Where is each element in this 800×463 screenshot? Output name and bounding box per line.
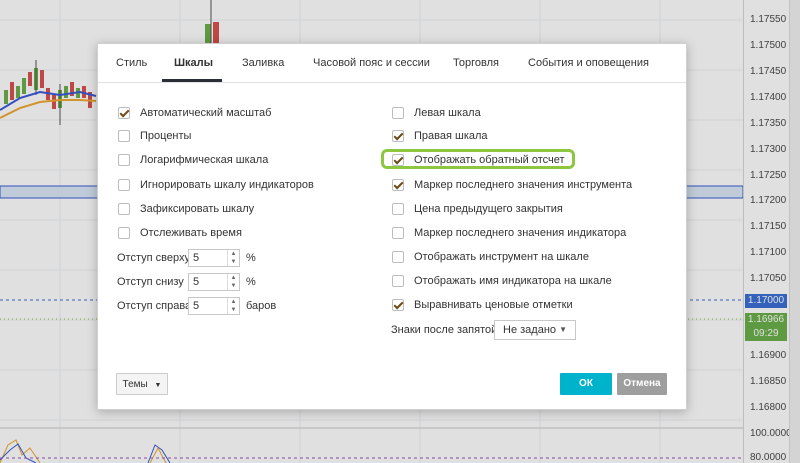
option-right-scale[interactable]: Правая шкала [392, 128, 488, 144]
checkbox[interactable] [118, 107, 130, 119]
option-label: Отображать инструмент на шкале [414, 251, 589, 263]
bottom-margin-unit: % [246, 276, 256, 288]
checkbox[interactable] [118, 154, 130, 166]
option-show-indicator-name-on-scale[interactable]: Отображать имя индикатора на шкале [392, 273, 612, 289]
option-label: Маркер последнего значения инструмента [414, 179, 633, 191]
option-show-symbol-on-scale[interactable]: Отображать инструмент на шкале [392, 249, 589, 265]
tab-events-alerts[interactable]: События и оповещения [528, 57, 649, 69]
bottom-margin-label: Отступ снизу [117, 276, 184, 288]
top-margin-input[interactable]: 5 ▲ ▼ [188, 249, 240, 267]
decimals-label: Знаки после запятой [391, 324, 498, 336]
option-label: Логарифмическая шкала [140, 154, 269, 166]
bottom-margin-input[interactable]: 5 ▲ ▼ [188, 273, 240, 291]
spinner-arrows-icon[interactable]: ▲ ▼ [227, 298, 239, 314]
top-margin-label: Отступ сверху [117, 252, 190, 264]
option-show-countdown[interactable]: Отображать обратный отсчет [392, 152, 565, 168]
caret-down-icon: ▼ [559, 325, 567, 334]
option-label: Выравнивать ценовые отметки [414, 299, 573, 311]
right-margin-label: Отступ справа [117, 300, 192, 312]
option-track-time[interactable]: Отслеживать время [118, 225, 242, 241]
option-lock-scale[interactable]: Зафиксировать шкалу [118, 201, 254, 217]
option-label: Отслеживать время [140, 227, 242, 239]
option-align-price-labels[interactable]: Выравнивать ценовые отметки [392, 297, 573, 313]
option-label: Автоматический масштаб [140, 107, 272, 119]
option-label: Проценты [140, 130, 192, 142]
decimals-value: Не задано [503, 324, 557, 336]
top-margin-unit: % [246, 252, 256, 264]
checkbox[interactable] [118, 130, 130, 142]
top-margin-value: 5 [193, 252, 200, 264]
tab-timezone-sessions[interactable]: Часовой пояс и сессии [313, 57, 430, 69]
chart-properties-dialog: Стиль Шкалы Заливка Часовой пояс и сесси… [97, 43, 687, 410]
option-label: Отображать обратный отсчет [414, 154, 565, 166]
option-label: Отображать имя индикатора на шкале [414, 275, 612, 287]
tab-scales[interactable]: Шкалы [174, 57, 213, 69]
option-indicator-last-value-marker[interactable]: Маркер последнего значения индикатора [392, 225, 626, 241]
option-ignore-indicator-scale[interactable]: Игнорировать шкалу индикаторов [118, 177, 314, 193]
checkbox[interactable] [392, 179, 404, 191]
option-percent[interactable]: Проценты [118, 128, 191, 144]
option-symbol-last-value-marker[interactable]: Маркер последнего значения инструмента [392, 177, 632, 193]
ok-button[interactable]: ОК [560, 373, 612, 395]
option-label: Игнорировать шкалу индикаторов [140, 179, 314, 191]
checkbox[interactable] [392, 130, 404, 142]
option-label: Левая шкала [414, 107, 481, 119]
checkbox[interactable] [392, 227, 404, 239]
right-margin-value: 5 [193, 300, 200, 312]
option-left-scale[interactable]: Левая шкала [392, 105, 481, 121]
option-label: Зафиксировать шкалу [140, 203, 255, 215]
checkbox[interactable] [392, 275, 404, 287]
caret-down-icon: ▼ [154, 382, 162, 389]
option-previous-close[interactable]: Цена предыдущего закрытия [392, 201, 563, 217]
right-margin-input[interactable]: 5 ▲ ▼ [188, 297, 240, 315]
cancel-button[interactable]: Отмена [617, 373, 667, 395]
checkbox[interactable] [392, 251, 404, 263]
tab-style[interactable]: Стиль [116, 57, 147, 69]
right-margin-unit: баров [246, 300, 277, 312]
spinner-arrows-icon[interactable]: ▲ ▼ [227, 274, 239, 290]
option-label: Правая шкала [414, 130, 488, 142]
option-label: Маркер последнего значения индикатора [414, 227, 627, 239]
themes-button[interactable]: Темы ▼ [116, 373, 168, 395]
bottom-margin-value: 5 [193, 276, 200, 288]
option-auto-scale[interactable]: Автоматический масштаб [118, 105, 271, 121]
option-label: Цена предыдущего закрытия [414, 203, 563, 215]
tab-trading[interactable]: Торговля [453, 57, 499, 69]
tab-bar: Стиль Шкалы Заливка Часовой пояс и сесси… [98, 44, 686, 83]
spinner-arrows-icon[interactable]: ▲ ▼ [227, 250, 239, 266]
checkbox[interactable] [392, 203, 404, 215]
checkbox[interactable] [392, 107, 404, 119]
checkbox[interactable] [118, 203, 130, 215]
checkbox[interactable] [118, 227, 130, 239]
option-log-scale[interactable]: Логарифмическая шкала [118, 152, 268, 168]
active-tab-indicator [162, 79, 222, 82]
themes-label: Темы [122, 379, 148, 390]
checkbox[interactable] [392, 299, 404, 311]
decimals-select[interactable]: Не задано ▼ [494, 320, 576, 340]
checkbox[interactable] [392, 154, 404, 166]
tab-background[interactable]: Заливка [242, 57, 284, 69]
checkbox[interactable] [118, 179, 130, 191]
